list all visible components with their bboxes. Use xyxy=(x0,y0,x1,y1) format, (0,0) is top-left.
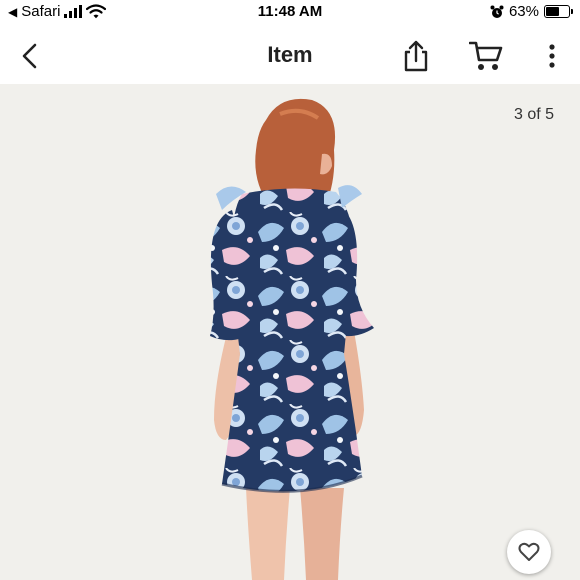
battery-percent: 63% xyxy=(508,3,539,20)
share-button[interactable] xyxy=(398,38,434,74)
status-bar: ◀ Safari 11:48 AM 63% xyxy=(0,0,580,26)
like-button[interactable] xyxy=(507,530,551,574)
dress-photo xyxy=(210,98,374,580)
more-button[interactable] xyxy=(534,38,570,74)
product-photo[interactable]: 3 of 5 xyxy=(0,84,580,580)
nav-bar: Item xyxy=(0,26,580,84)
cart-icon xyxy=(469,41,503,70)
heart-icon xyxy=(518,542,540,561)
status-right: 63% xyxy=(490,3,573,20)
battery-icon xyxy=(544,5,573,18)
alarm-icon xyxy=(490,5,504,18)
cart-button[interactable] xyxy=(468,38,504,74)
image-counter: 3 of 5 xyxy=(513,106,554,123)
more-vertical-icon xyxy=(549,44,555,68)
share-icon xyxy=(404,40,428,72)
